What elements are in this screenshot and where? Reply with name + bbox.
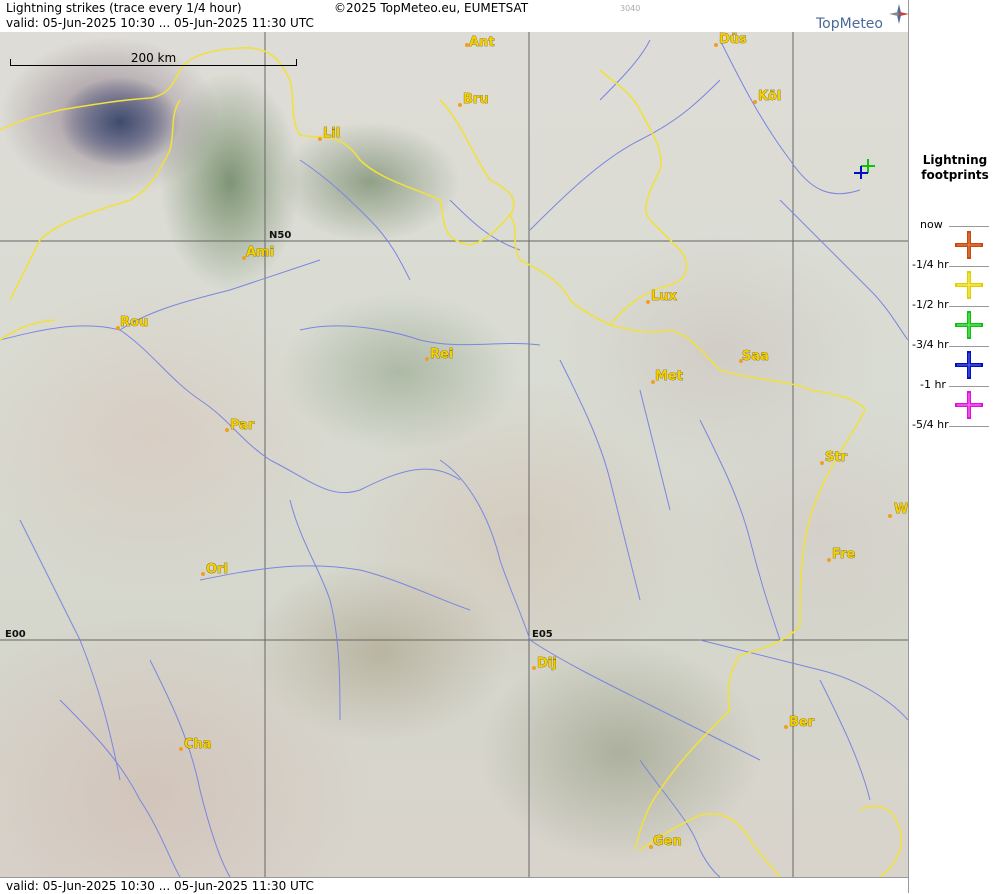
lon-label-e05: E05 — [532, 629, 553, 640]
svg-text:Gen: Gen — [653, 834, 682, 849]
svg-text:Ant: Ant — [469, 35, 495, 50]
city-rei[interactable]: Rei — [425, 347, 454, 362]
svg-text:Rou: Rou — [120, 315, 148, 330]
city-ant[interactable]: Ant — [465, 35, 495, 50]
city-gen[interactable]: Gen — [649, 834, 682, 849]
green-cross-icon — [955, 311, 983, 339]
svg-text:Par: Par — [230, 418, 255, 433]
lat-label-n50: N50 — [269, 230, 291, 241]
city-dij[interactable]: Dij — [532, 656, 557, 671]
legend-row-now: now — [909, 217, 1000, 259]
map-overlay: Ant Düs Köl Bru Lil Ami Rou Lux Rei Saa … — [0, 32, 908, 877]
svg-text:Rei: Rei — [430, 347, 453, 362]
city-orl[interactable]: Orl — [201, 562, 228, 577]
svg-text:Str: Str — [825, 450, 848, 465]
svg-text:Orl: Orl — [206, 562, 228, 577]
svg-text:Fre: Fre — [832, 547, 855, 562]
orange-cross-icon — [955, 231, 983, 259]
city-kol[interactable]: Köl — [753, 89, 782, 104]
legend-row-five-quarter: -5/4 hr — [909, 417, 1000, 457]
city-dus[interactable]: Düs — [714, 32, 747, 47]
svg-text:Ami: Ami — [246, 245, 274, 260]
magenta-cross-icon — [955, 391, 983, 419]
svg-text:W: W — [894, 502, 908, 517]
valid-time-header: valid: 05-Jun-2025 10:30 ... 05-Jun-2025… — [6, 16, 314, 30]
borders — [0, 47, 902, 877]
logo-text: TopMeteo — [816, 16, 883, 32]
satellite-map[interactable]: Ant Düs Köl Bru Lil Ami Rou Lux Rei Saa … — [0, 32, 908, 877]
graticule — [0, 32, 908, 877]
map-title: Lightning strikes (trace every 1/4 hour) — [6, 1, 242, 15]
lightning-strike-marker[interactable] — [854, 159, 875, 179]
legend-row-quarter: -1/4 hr — [909, 257, 1000, 299]
scale-label: 200 km — [130, 51, 177, 65]
svg-text:Düs: Düs — [719, 32, 747, 47]
lon-label-e00: E00 — [5, 629, 26, 640]
compass-icon — [889, 4, 909, 24]
legend-row-half: -1/2 hr — [909, 297, 1000, 339]
svg-text:Met: Met — [655, 369, 683, 384]
product-code: 3040 — [620, 4, 641, 13]
city-bru[interactable]: Bru — [458, 92, 489, 107]
city-par[interactable]: Par — [225, 418, 255, 433]
copyright-text: ©2025 TopMeteo.eu, EUMETSAT — [334, 1, 529, 15]
legend-title: Lightning footprints — [921, 153, 989, 182]
svg-text:Bru: Bru — [463, 92, 489, 107]
yellow-cross-icon — [955, 271, 983, 299]
city-ber[interactable]: Ber — [784, 715, 815, 730]
legend-panel: Lightning footprints now -1/4 hr -1/2 hr… — [908, 0, 1000, 893]
svg-text:Köl: Köl — [758, 89, 781, 104]
svg-text:Dij: Dij — [537, 656, 557, 671]
svg-text:Saa: Saa — [742, 349, 769, 364]
svg-text:Lux: Lux — [651, 289, 678, 304]
city-rou[interactable]: Rou — [116, 315, 149, 330]
legend-row-three-quarter: -3/4 hr — [909, 337, 1000, 379]
city-w[interactable]: W — [888, 502, 908, 518]
svg-text:Ber: Ber — [789, 715, 815, 730]
city-ami[interactable]: Ami — [242, 245, 274, 260]
city-saa[interactable]: Saa — [739, 349, 769, 364]
city-cha[interactable]: Cha — [179, 737, 212, 752]
svg-text:Cha: Cha — [184, 737, 212, 752]
map-header: Lightning strikes (trace every 1/4 hour)… — [0, 0, 908, 33]
blue-cross-icon — [955, 351, 983, 379]
valid-time-footer: valid: 05-Jun-2025 10:30 ... 05-Jun-2025… — [6, 879, 314, 893]
map-footer: valid: 05-Jun-2025 10:30 ... 05-Jun-2025… — [0, 877, 908, 894]
svg-text:Lil: Lil — [323, 126, 340, 141]
city-lux[interactable]: Lux — [646, 289, 678, 304]
city-fre[interactable]: Fre — [827, 547, 856, 562]
legend-row-hour: -1 hr — [909, 377, 1000, 419]
rivers — [0, 39, 908, 877]
city-lil[interactable]: Lil — [318, 126, 341, 141]
city-met[interactable]: Met — [651, 369, 683, 384]
scale-bar: 200 km — [10, 51, 297, 70]
city-str[interactable]: Str — [820, 450, 848, 465]
cities: Ant Düs Köl Bru Lil Ami Rou Lux Rei Saa … — [116, 32, 908, 849]
topmeteo-logo[interactable]: TopMeteo — [813, 4, 909, 32]
